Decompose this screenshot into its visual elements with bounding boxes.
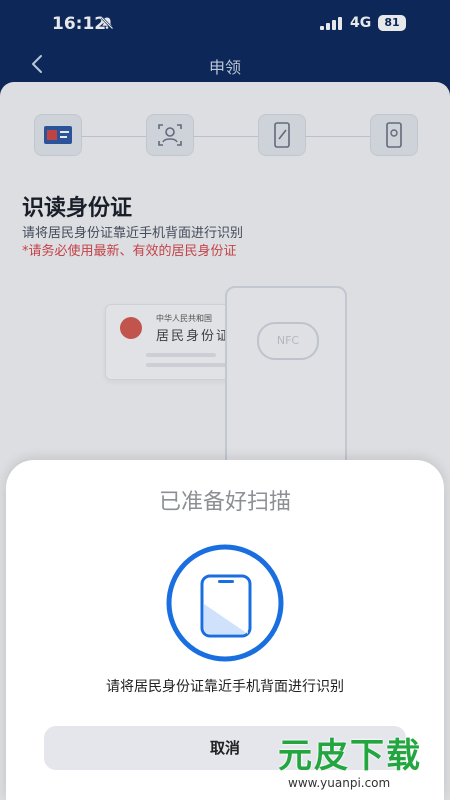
phone-scan-icon bbox=[166, 544, 284, 662]
sheet-title: 已准备好扫描 bbox=[158, 490, 291, 515]
sheet-message: 请将居民身份证靠近手机背面进行识别 bbox=[106, 679, 344, 695]
watermark-logo: 元皮下载 www.yuanpi.com bbox=[268, 726, 450, 800]
watermark-url: www.yuanpi.com bbox=[288, 776, 391, 790]
watermark-text: 元皮下载 bbox=[278, 736, 422, 776]
